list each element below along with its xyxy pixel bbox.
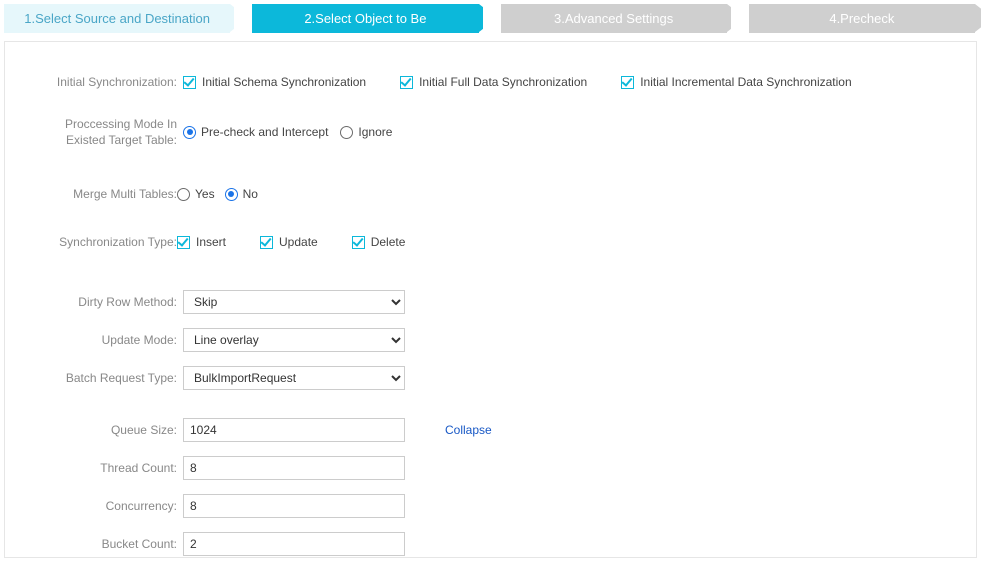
check-icon: [400, 76, 413, 89]
collapse-link[interactable]: Collapse: [445, 423, 492, 437]
thread-count-label: Thread Count:: [23, 461, 183, 475]
sync-delete-label: Delete: [371, 235, 406, 249]
check-icon: [183, 76, 196, 89]
update-mode-label: Update Mode:: [23, 333, 183, 347]
dirty-row-select[interactable]: Skip: [183, 290, 405, 314]
initial-incremental-checkbox[interactable]: Initial Incremental Data Synchronization: [621, 75, 851, 89]
concurrency-label: Concurrency:: [23, 499, 183, 513]
step-3[interactable]: 3.Advanced Settings: [501, 4, 727, 33]
merge-yes-label: Yes: [195, 187, 215, 201]
step-4[interactable]: 4.Precheck: [749, 4, 975, 33]
sync-insert-checkbox[interactable]: Insert: [177, 235, 226, 249]
wizard-steps: 1.Select Source and Destination 2.Select…: [4, 4, 977, 33]
queue-size-input[interactable]: [183, 418, 405, 442]
sync-update-label: Update: [279, 235, 318, 249]
bucket-count-label: Bucket Count:: [23, 537, 183, 551]
step-4-label: 4.Precheck: [829, 11, 894, 26]
check-icon: [352, 236, 365, 249]
dirty-row-label: Dirty Row Method:: [23, 295, 183, 309]
sync-delete-checkbox[interactable]: Delete: [352, 235, 406, 249]
merge-no-radio[interactable]: No: [225, 187, 258, 201]
step-3-label: 3.Advanced Settings: [554, 11, 673, 26]
radio-icon: [177, 188, 190, 201]
check-icon: [621, 76, 634, 89]
radio-icon: [340, 126, 353, 139]
check-icon: [260, 236, 273, 249]
step-2[interactable]: 2.Select Object to Be: [252, 4, 478, 33]
merge-tables-label: Merge Multi Tables:: [23, 187, 183, 201]
batch-request-select[interactable]: BulkImportRequest: [183, 366, 405, 390]
batch-request-label: Batch Request Type:: [23, 371, 183, 385]
queue-size-label: Queue Size:: [23, 423, 183, 437]
bucket-count-input[interactable]: [183, 532, 405, 556]
processing-precheck-radio[interactable]: Pre-check and Intercept: [183, 125, 328, 139]
processing-ignore-radio[interactable]: Ignore: [340, 125, 392, 139]
form-panel: Initial Synchronization: Initial Schema …: [4, 41, 977, 558]
radio-icon: [183, 126, 196, 139]
step-2-label: 2.Select Object to Be: [304, 11, 426, 26]
initial-schema-label: Initial Schema Synchronization: [202, 75, 366, 89]
processing-mode-label: Proccessing Mode In Existed Target Table…: [23, 116, 183, 148]
processing-precheck-label: Pre-check and Intercept: [201, 125, 328, 139]
update-mode-select[interactable]: Line overlay: [183, 328, 405, 352]
merge-no-label: No: [243, 187, 258, 201]
step-1-label: 1.Select Source and Destination: [24, 11, 210, 26]
initial-full-label: Initial Full Data Synchronization: [419, 75, 587, 89]
initial-schema-checkbox[interactable]: Initial Schema Synchronization: [183, 75, 366, 89]
processing-ignore-label: Ignore: [358, 125, 392, 139]
initial-sync-label: Initial Synchronization:: [23, 75, 183, 89]
step-1[interactable]: 1.Select Source and Destination: [4, 4, 230, 33]
thread-count-input[interactable]: [183, 456, 405, 480]
initial-incremental-label: Initial Incremental Data Synchronization: [640, 75, 851, 89]
initial-full-checkbox[interactable]: Initial Full Data Synchronization: [400, 75, 587, 89]
sync-update-checkbox[interactable]: Update: [260, 235, 318, 249]
sync-type-label: Synchronization Type:: [23, 235, 183, 249]
concurrency-input[interactable]: [183, 494, 405, 518]
check-icon: [177, 236, 190, 249]
radio-icon: [225, 188, 238, 201]
sync-insert-label: Insert: [196, 235, 226, 249]
merge-yes-radio[interactable]: Yes: [177, 187, 215, 201]
